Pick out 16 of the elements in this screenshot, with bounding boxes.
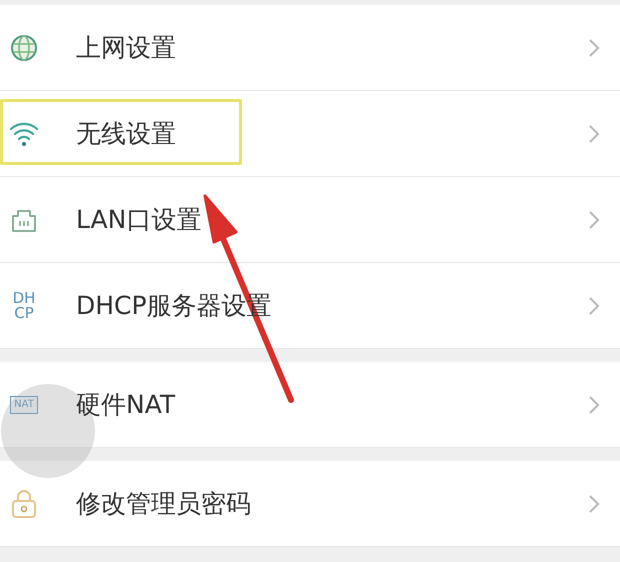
settings-item[interactable]: 上网设置 <box>76 31 588 64</box>
chevron-icon <box>588 394 600 414</box>
lock-icon <box>10 488 38 518</box>
globe-icon <box>10 34 38 62</box>
chevron-icon <box>588 38 600 58</box>
chevron-icon <box>588 296 600 316</box>
chevron-icon <box>588 124 600 144</box>
chevron-icon <box>588 494 600 514</box>
dhcp-icon: DH CP <box>12 290 36 320</box>
settings-item[interactable]: 硬件NAT <box>76 388 588 421</box>
settings-item[interactable]: 修改管理员密码 <box>76 487 588 520</box>
settings-item[interactable]: LAN口设置 <box>76 203 588 236</box>
wifi-icon <box>9 120 39 147</box>
settings-item[interactable]: 无线设置 <box>76 117 588 150</box>
nat-icon: NAT <box>10 396 38 414</box>
chevron-icon <box>588 210 600 230</box>
